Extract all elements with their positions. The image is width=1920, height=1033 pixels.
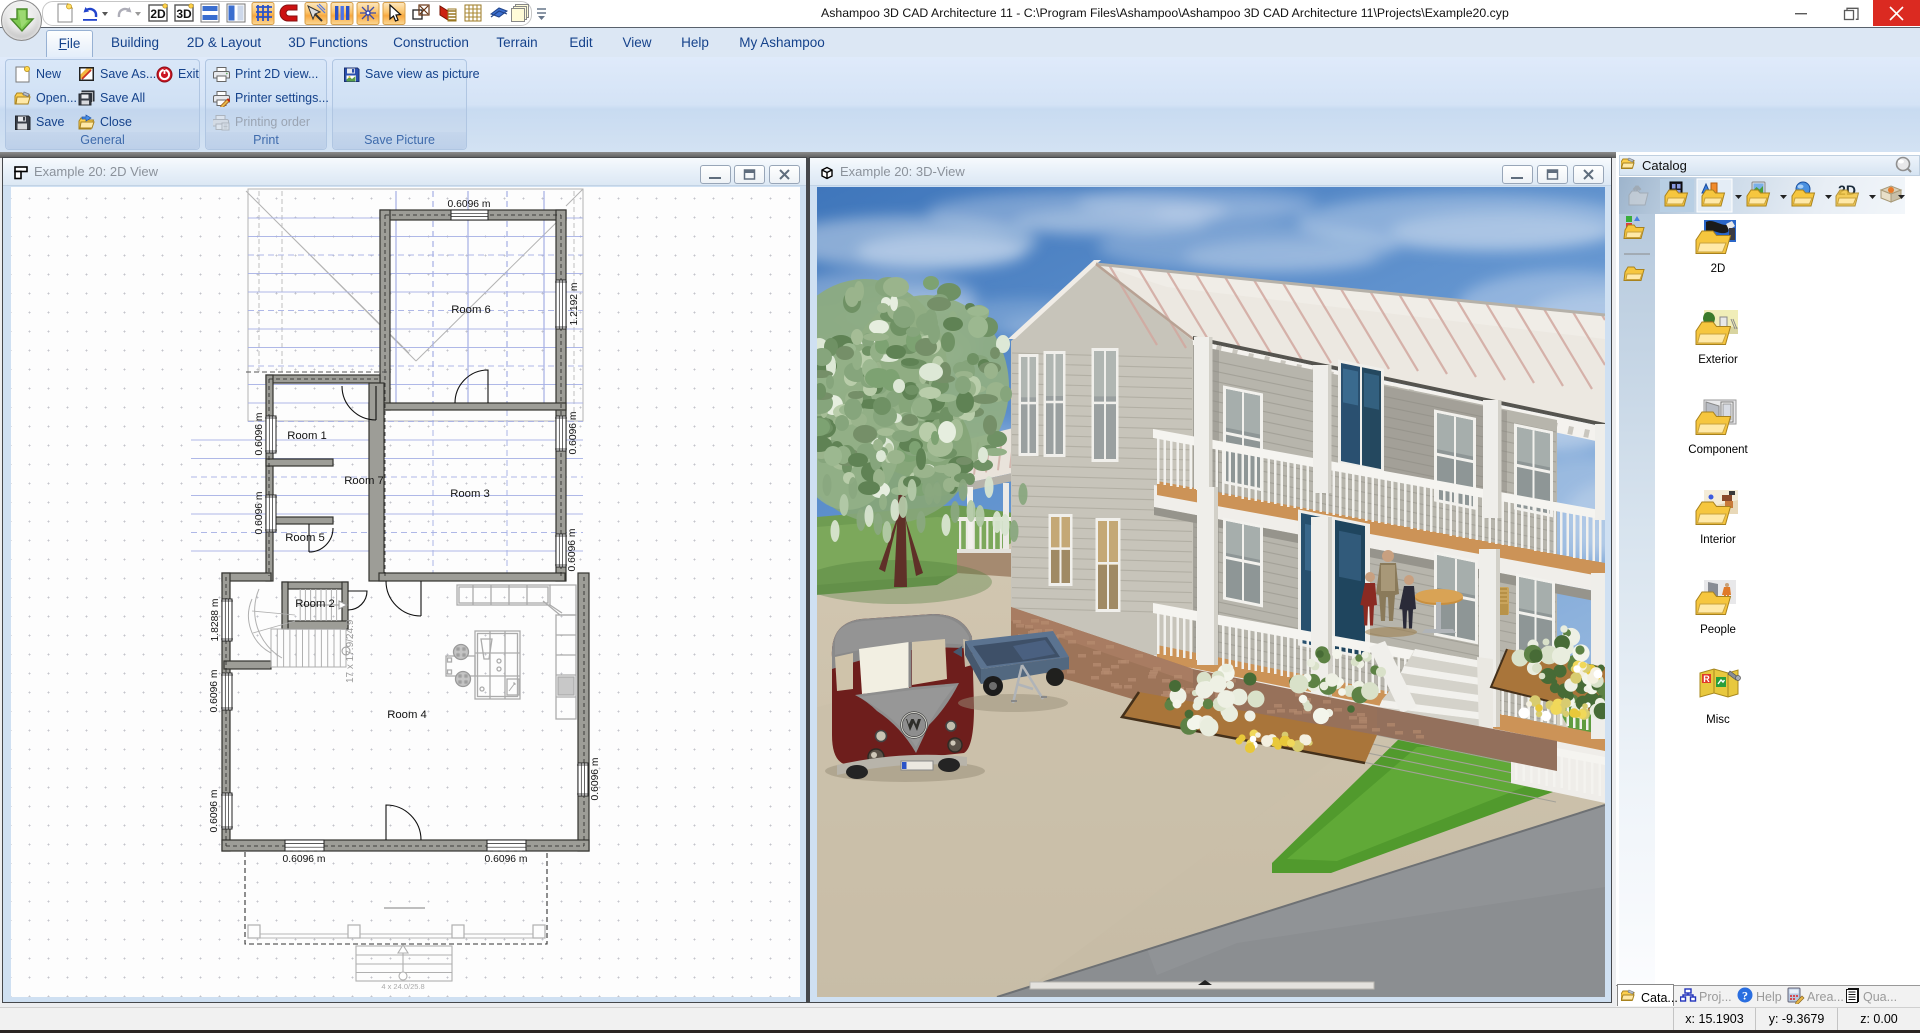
svg-text:0.6096 m: 0.6096 m bbox=[254, 413, 265, 456]
svg-text:Room 6: Room 6 bbox=[451, 304, 491, 316]
svg-text:Room 3: Room 3 bbox=[450, 488, 490, 500]
svg-text:0.6096 m: 0.6096 m bbox=[283, 854, 326, 865]
svg-text:0.6096 m: 0.6096 m bbox=[568, 412, 579, 455]
svg-text:0.6096 m: 0.6096 m bbox=[209, 670, 220, 713]
svg-text:17 x 17.9/24.9: 17 x 17.9/24.9 bbox=[345, 619, 356, 683]
svg-text:0.6096 m: 0.6096 m bbox=[590, 758, 601, 801]
svg-text:Room 5: Room 5 bbox=[285, 532, 325, 544]
svg-text:Room 1: Room 1 bbox=[287, 430, 327, 442]
svg-text:Room 7: Room 7 bbox=[344, 475, 384, 487]
svg-text:1.2192 m: 1.2192 m bbox=[569, 283, 580, 326]
svg-text:0.6096 m: 0.6096 m bbox=[209, 790, 220, 833]
svg-text:R: R bbox=[1703, 674, 1710, 684]
svg-text:?: ? bbox=[1742, 989, 1748, 1003]
svg-text:0.6096 m: 0.6096 m bbox=[485, 854, 528, 865]
svg-text:0.6096 m: 0.6096 m bbox=[448, 199, 491, 210]
svg-text:0.6096 m: 0.6096 m bbox=[254, 492, 265, 535]
svg-text:Room 2: Room 2 bbox=[295, 598, 335, 610]
svg-text:3D: 3D bbox=[176, 7, 192, 21]
svg-text:4 x 24.0/25.8: 4 x 24.0/25.8 bbox=[381, 982, 424, 991]
svg-text:1.8288 m: 1.8288 m bbox=[210, 599, 221, 642]
svg-text:2D: 2D bbox=[150, 7, 166, 21]
svg-text:0.6096 m: 0.6096 m bbox=[567, 529, 578, 572]
svg-text:Room 4: Room 4 bbox=[387, 709, 427, 721]
